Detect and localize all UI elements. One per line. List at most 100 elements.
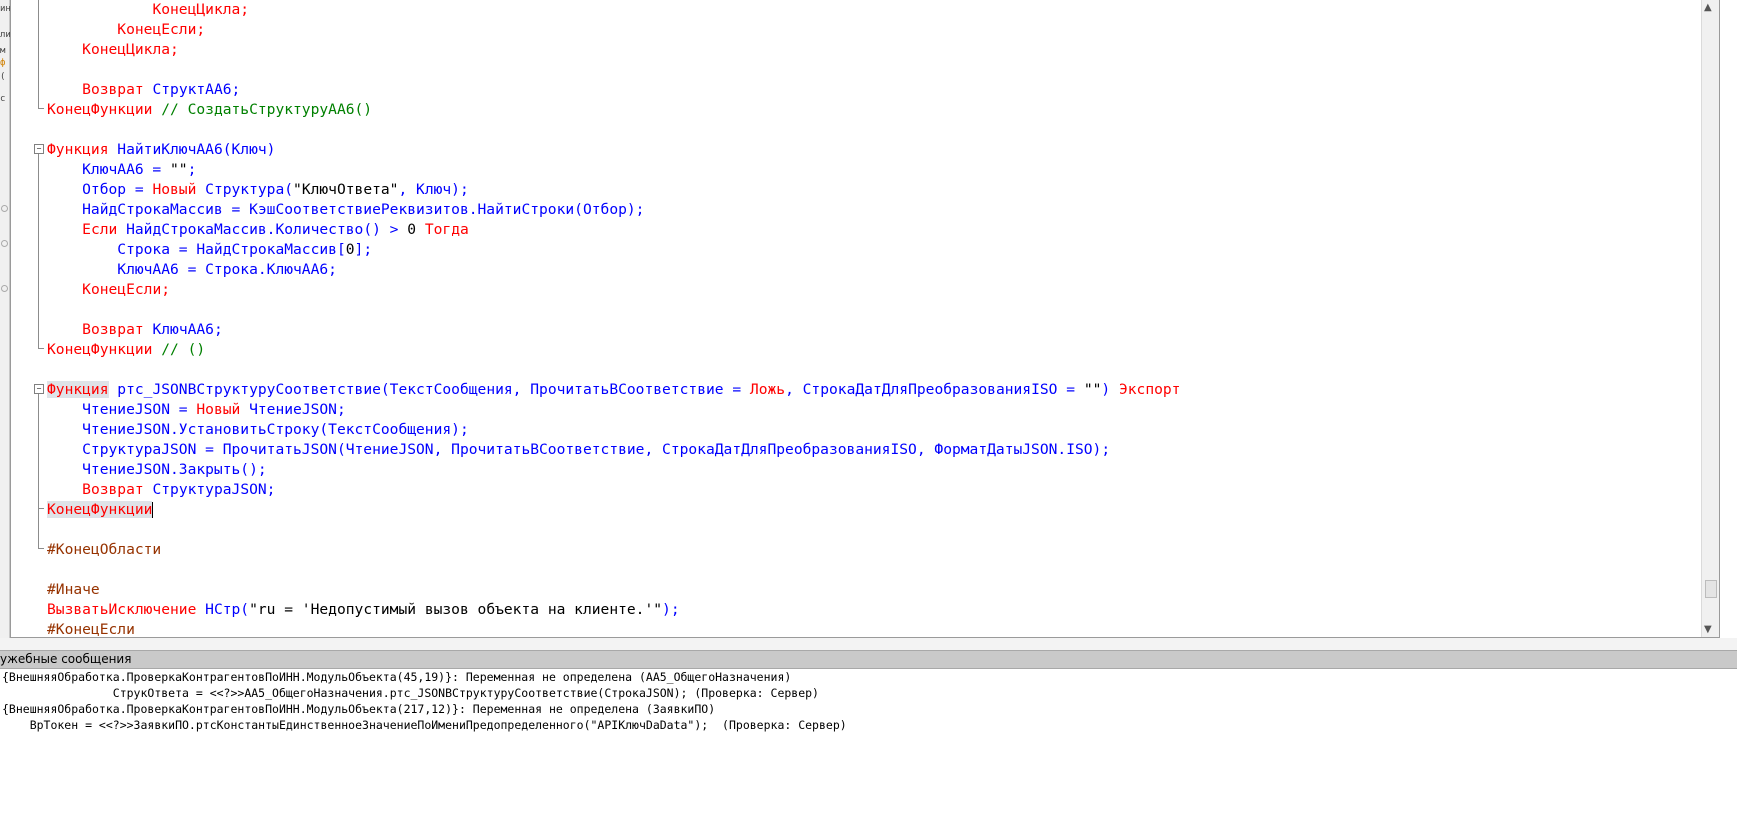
code-token: КонецЦикла;: [82, 41, 179, 58]
messages-panel[interactable]: {ВнешняяОбработка.ПроверкаКонтрагентовПо…: [0, 669, 1737, 818]
code-line[interactable]: Возврат КлючАА6;: [47, 320, 1699, 340]
code-token: Возврат: [82, 481, 144, 498]
code-line[interactable]: [47, 560, 1699, 580]
left-strip-fragment: с: [0, 94, 6, 104]
code-token: ртс_JSONВСтруктуруСоответствие(ТекстСооб…: [108, 381, 750, 398]
scroll-up-icon[interactable]: ▲: [1704, 2, 1712, 13]
code-line[interactable]: [47, 300, 1699, 320]
code-line[interactable]: КлючАА6 = Строка.КлючАА6;: [47, 260, 1699, 280]
code-line[interactable]: КонецЦикла;: [47, 40, 1699, 60]
code-token: 0: [407, 221, 417, 238]
code-line[interactable]: КонецФункции // (): [47, 340, 1699, 360]
message-line[interactable]: {ВнешняяОбработка.ПроверкаКонтрагентовПо…: [0, 669, 1737, 685]
code-line[interactable]: #КонецЕсли: [47, 620, 1699, 638]
left-strip-fragment: м: [0, 46, 6, 56]
code-token: Возврат: [82, 321, 144, 338]
fold-line: [38, 394, 39, 548]
fold-gutter: − −: [11, 0, 45, 637]
code-token: КонецЕсли;: [117, 21, 206, 38]
fold-collapse-icon[interactable]: −: [34, 144, 44, 154]
code-line[interactable]: НайдСтрокаМассив = КэшСоответствиеРеквиз…: [47, 200, 1699, 220]
fold-end-marker: [38, 548, 44, 549]
scrollbar-thumb[interactable]: [1705, 580, 1717, 598]
code-token: ЧтениеJSON;: [240, 401, 346, 418]
fold-end-marker: [38, 348, 44, 349]
code-token: // СоздатьСтруктуруАА6(): [152, 101, 373, 118]
code-line[interactable]: Возврат СтруктураJSON;: [47, 480, 1699, 500]
code-token: Структура(: [196, 181, 294, 198]
code-token: , Ключ);: [398, 181, 469, 198]
code-line[interactable]: Функция НайтиКлючАА6(Ключ): [47, 140, 1699, 160]
code-token: "": [170, 161, 188, 178]
messages-panel-header: ужебные сообщения: [0, 650, 1737, 669]
code-line[interactable]: ЧтениеJSON.Закрыть();: [47, 460, 1699, 480]
code-token: Функция: [47, 381, 109, 398]
code-token: КонецФункции: [47, 101, 153, 118]
code-line[interactable]: [47, 520, 1699, 540]
code-line[interactable]: КонецЕсли;: [47, 280, 1699, 300]
code-line[interactable]: СтруктураJSON = ПрочитатьJSON(ЧтениеJSON…: [47, 440, 1699, 460]
vertical-scrollbar[interactable]: ▲ ▼: [1701, 0, 1719, 637]
code-token: СтруктураJSON = ПрочитатьJSON(ЧтениеJSON…: [47, 441, 1111, 458]
code-line[interactable]: [47, 120, 1699, 140]
code-token: , СтрокаДатДляПреобразованияISO =: [785, 381, 1084, 398]
code-line[interactable]: КлючАА6 = "";: [47, 160, 1699, 180]
code-line[interactable]: Функция ртс_JSONВСтруктуруСоответствие(Т…: [47, 380, 1699, 400]
code-token: Новый: [196, 401, 241, 418]
code-line[interactable]: #КонецОбласти: [47, 540, 1699, 560]
code-token: КонецФункции: [47, 501, 153, 518]
code-token: Отбор =: [47, 181, 153, 198]
text-caret: [152, 502, 154, 518]
panel-splitter[interactable]: [0, 638, 1737, 650]
code-token: // (): [152, 341, 206, 358]
code-line[interactable]: #Иначе: [47, 580, 1699, 600]
message-line[interactable]: {ВнешняяОбработка.ПроверкаКонтрагентовПо…: [0, 701, 1737, 717]
code-token: КонецЕсли;: [82, 281, 171, 298]
code-token: ;: [187, 161, 197, 178]
code-token: Если: [82, 221, 118, 238]
code-token: Новый: [152, 181, 197, 198]
code-token: НайдСтрокаМассив = КэшСоответствиеРеквиз…: [47, 201, 645, 218]
message-line[interactable]: СтрукОтвета = <<?>>АА5_ОбщегоНазначения.…: [0, 685, 1737, 701]
code-token: Экспорт: [1118, 381, 1181, 398]
code-line[interactable]: Если НайдСтрокаМассив.Количество() > 0 Т…: [47, 220, 1699, 240]
code-line[interactable]: Отбор = Новый Структура("КлючОтвета", Кл…: [47, 180, 1699, 200]
scroll-down-icon[interactable]: ▼: [1704, 624, 1712, 635]
code-token: #Иначе: [47, 581, 100, 598]
message-line[interactable]: ВрТокен = <<?>>ЗаявкиПО.ртсКонстантыЕдин…: [0, 717, 1737, 733]
code-token: Ложь: [749, 381, 786, 398]
code-line[interactable]: КонецФункции // СоздатьСтруктуруАА6(): [47, 100, 1699, 120]
code-editor[interactable]: − − КонецЦикла; КонецЕсли; КонецЦикла; В…: [10, 0, 1720, 638]
code-token: #КонецЕсли: [47, 621, 135, 638]
fold-line: [38, 0, 39, 108]
code-line[interactable]: КонецЦикла;: [47, 0, 1699, 20]
code-token: 0: [345, 241, 355, 258]
left-strip-fragment: ф: [0, 58, 6, 68]
code-token: #КонецОбласти: [47, 541, 162, 558]
code-token: Тогда: [424, 221, 469, 238]
code-token: ): [1101, 381, 1119, 398]
code-line[interactable]: ВызватьИсключение НСтр("ru = 'Недопустим…: [47, 600, 1699, 620]
code-line[interactable]: Возврат СтруктАА6;: [47, 80, 1699, 100]
code-line[interactable]: КонецФункции: [47, 500, 1699, 520]
code-token: ЧтениеJSON.УстановитьСтроку(ТекстСообщен…: [47, 421, 469, 438]
fold-end-marker: [38, 108, 44, 109]
code-token: СтруктАА6;: [143, 81, 241, 98]
left-strip-marker: [1, 205, 8, 212]
code-token: Функция: [47, 141, 109, 158]
fold-collapse-icon[interactable]: −: [34, 384, 44, 394]
code-line[interactable]: [47, 360, 1699, 380]
code-token: ];: [354, 241, 373, 258]
code-line[interactable]: КонецЕсли;: [47, 20, 1699, 40]
code-line[interactable]: ЧтениеJSON.УстановитьСтроку(ТекстСообщен…: [47, 420, 1699, 440]
code-line[interactable]: [47, 60, 1699, 80]
code-text[interactable]: КонецЦикла; КонецЕсли; КонецЦикла; Возвр…: [47, 0, 1699, 638]
code-line[interactable]: Строка = НайдСтрокаМассив[0];: [47, 240, 1699, 260]
code-token: КонецЦикла;: [152, 1, 250, 18]
code-line[interactable]: ЧтениеJSON = Новый ЧтениеJSON;: [47, 400, 1699, 420]
